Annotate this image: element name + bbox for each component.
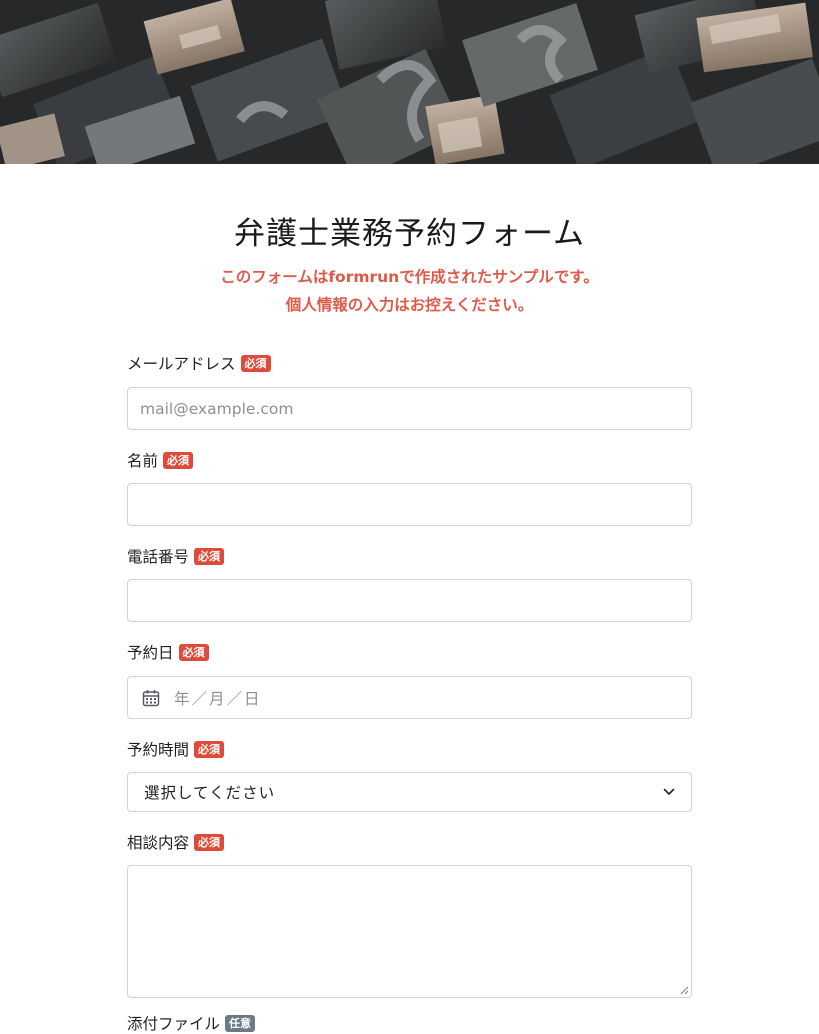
time-select[interactable]: 選択してください xyxy=(127,772,692,812)
name-label-text: 名前 xyxy=(127,452,159,470)
email-input[interactable] xyxy=(127,387,692,430)
sample-notice-line-2: 個人情報の入力はお控えください。 xyxy=(285,296,534,314)
phone-label: 電話番号 必須 xyxy=(127,545,225,567)
sample-notice-line-1: このフォームはformrunで作成されたサンプルです。 xyxy=(220,268,599,286)
phone-label-text: 電話番号 xyxy=(127,548,190,566)
form-title: 弁護士業務予約フォーム xyxy=(233,216,586,252)
time-select-value: 選択してください xyxy=(144,784,276,802)
optional-badge: 任意 xyxy=(225,1014,256,1032)
email-label-text: メールアドレス xyxy=(127,355,236,373)
email-label: メールアドレス 必須 xyxy=(127,352,271,374)
date-placeholder: 年／月／日 xyxy=(174,689,262,708)
attachment-label: 添付ファイル 任意 xyxy=(127,1012,256,1034)
time-label: 予約時間 必須 xyxy=(127,738,225,760)
calendar-icon[interactable] xyxy=(142,689,160,707)
required-badge: 必須 xyxy=(163,451,194,469)
date-input[interactable]: 年／月／日 xyxy=(127,676,692,719)
required-badge: 必須 xyxy=(194,547,225,565)
phone-input[interactable] xyxy=(127,579,692,622)
resize-grip-icon[interactable] xyxy=(680,986,689,995)
required-badge: 必須 xyxy=(194,740,225,758)
date-label-text: 予約日 xyxy=(127,644,174,662)
time-label-text: 予約時間 xyxy=(127,741,190,759)
consult-label-text: 相談内容 xyxy=(127,834,190,852)
hero-image xyxy=(0,0,819,164)
chevron-down-icon xyxy=(663,788,675,795)
required-badge: 必須 xyxy=(194,833,225,851)
attachment-label-text: 添付ファイル xyxy=(127,1015,221,1033)
required-badge: 必須 xyxy=(178,643,209,661)
name-input[interactable] xyxy=(127,483,692,526)
date-label: 予約日 必須 xyxy=(127,641,209,663)
consult-label: 相談内容 必須 xyxy=(127,831,225,853)
name-label: 名前 必須 xyxy=(127,449,194,471)
consult-textarea[interactable] xyxy=(127,865,692,998)
letterpress-type-illustration xyxy=(0,0,819,164)
required-badge: 必須 xyxy=(240,354,271,372)
